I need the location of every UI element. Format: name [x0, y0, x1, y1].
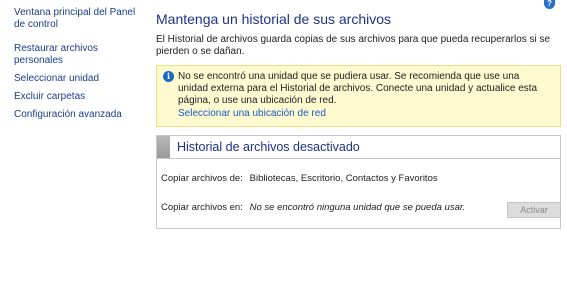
copy-to-value: No se encontró ninguna unidad que se pue… [249, 202, 466, 213]
select-network-location-link[interactable]: Seleccionar una ubicación de red [178, 108, 326, 120]
copy-to-row: Copiar archivos en: No se encontró ningu… [161, 202, 465, 214]
copy-to-label: Copiar archivos en: [161, 202, 243, 213]
sidebar-item-advanced-settings[interactable]: Configuración avanzada [14, 109, 144, 121]
help-icon[interactable]: ? [544, 0, 555, 9]
copy-from-row: Copiar archivos de: Bibliotecas, Escrito… [161, 173, 438, 185]
alert-message: No se encontró una unidad que se pudiera… [178, 71, 538, 106]
info-icon: i [163, 71, 174, 82]
sidebar: Ventana principal del Panel de control R… [14, 7, 144, 127]
intro-text: El Historial de archivos guarda copias d… [156, 34, 551, 57]
status-header: Historial de archivos desactivado [157, 136, 560, 159]
activate-button[interactable]: Activar [507, 202, 561, 218]
copy-from-value: Bibliotecas, Escritorio, Contactos y Fav… [249, 173, 438, 184]
sidebar-item-restore-files[interactable]: Restaurar archivos personales [14, 43, 144, 67]
control-panel-home-link[interactable]: Ventana principal del Panel de control [14, 7, 144, 31]
page-title: Mantenga un historial de sus archivos [156, 11, 392, 27]
no-drive-alert: i No se encontró una unidad que se pudie… [156, 65, 561, 127]
sidebar-item-exclude-folders[interactable]: Excluir carpetas [14, 91, 144, 103]
sidebar-item-select-drive[interactable]: Seleccionar unidad [14, 73, 144, 85]
status-title: Historial de archivos desactivado [177, 140, 360, 154]
copy-from-label: Copiar archivos de: [161, 173, 243, 184]
status-indicator [157, 136, 170, 158]
main-content: Mantenga un historial de sus archivos El… [156, 10, 561, 229]
status-panel: Historial de archivos desactivado Copiar… [156, 135, 561, 229]
